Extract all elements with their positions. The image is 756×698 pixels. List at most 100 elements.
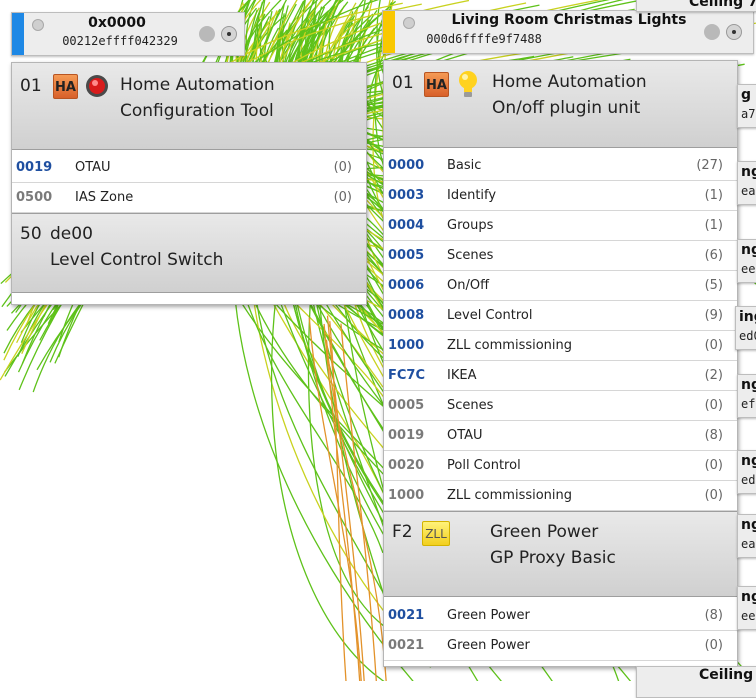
cluster-row[interactable]: 0019 OTAU (8) bbox=[384, 421, 737, 451]
cluster-name: Identify bbox=[447, 188, 497, 203]
node-status-dot-icon bbox=[403, 17, 415, 29]
edge-node[interactable]: ng ee7 bbox=[737, 586, 756, 630]
node-header-light[interactable]: Living Room Christmas Lights 000d6ffffe9… bbox=[382, 10, 754, 54]
node-expand-button[interactable] bbox=[704, 24, 720, 40]
cluster-row[interactable]: 0006 On/Off (5) bbox=[384, 271, 737, 301]
node-mac: 000d6ffffe9f7488 bbox=[426, 32, 542, 46]
node-accent-bar bbox=[383, 11, 395, 53]
cluster-name: Poll Control bbox=[447, 458, 521, 473]
node-mac: 00212effff042329 bbox=[62, 34, 178, 48]
cluster-id: 0019 bbox=[388, 428, 425, 443]
node-select-radio[interactable] bbox=[726, 24, 742, 40]
edge-node-title: ng bbox=[741, 517, 756, 533]
node-select-radio[interactable] bbox=[221, 26, 237, 42]
cluster-count: (8) bbox=[704, 608, 723, 623]
cluster-row[interactable]: 0005 Scenes (0) bbox=[384, 391, 737, 421]
endpoint-number: 01 bbox=[20, 76, 42, 96]
cluster-name: Green Power bbox=[447, 638, 530, 653]
edge-node-mac: ef0 bbox=[741, 397, 756, 411]
cluster-row[interactable]: 0004 Groups (1) bbox=[384, 211, 737, 241]
endpoint-header[interactable]: F2 ZLL Green Power GP Proxy Basic bbox=[384, 511, 737, 597]
cluster-row[interactable]: 0500 IAS Zone (0) bbox=[12, 183, 366, 213]
cluster-row[interactable]: 0000 Basic (27) bbox=[384, 151, 737, 181]
cluster-count: (1) bbox=[704, 188, 723, 203]
cluster-id: 0005 bbox=[388, 398, 425, 413]
cluster-count: (2) bbox=[704, 368, 723, 383]
zll-icon: ZLL bbox=[422, 521, 450, 546]
edge-node[interactable]: g 8 a7f bbox=[737, 84, 756, 128]
edge-node[interactable]: Ceiling bbox=[636, 666, 756, 698]
cluster-row[interactable]: 1000 ZLL commissioning (0) bbox=[384, 481, 737, 511]
cluster-name: Basic bbox=[447, 158, 482, 173]
cluster-list: 0021 Green Power (8) 0021 Green Power (0) bbox=[384, 601, 737, 661]
edge-node-mac: a7f bbox=[741, 107, 756, 121]
edge-node[interactable]: ng ea7 bbox=[737, 161, 756, 205]
cluster-row[interactable]: 0021 Green Power (8) bbox=[384, 601, 737, 631]
edge-node[interactable]: ng ea6 bbox=[737, 514, 756, 558]
node-accent-bar bbox=[12, 13, 24, 55]
endpoint-profile: de00 bbox=[50, 224, 93, 244]
cluster-id: 0003 bbox=[388, 188, 425, 203]
cluster-id: 0021 bbox=[388, 638, 425, 653]
edge-node[interactable]: ng eda bbox=[737, 450, 756, 494]
endpoint-profile: Green Power bbox=[490, 522, 599, 542]
cluster-count: (0) bbox=[704, 338, 723, 353]
cluster-count: (0) bbox=[704, 638, 723, 653]
edge-node[interactable]: Ceiling 7 bbox=[636, 0, 756, 12]
endpoint-header[interactable]: 50 de00 Level Control Switch bbox=[12, 213, 366, 293]
cluster-name: Scenes bbox=[447, 398, 494, 413]
cluster-name: OTAU bbox=[447, 428, 483, 443]
endpoint-number: F2 bbox=[392, 522, 413, 542]
cluster-id: 0020 bbox=[388, 458, 425, 473]
cluster-row[interactable]: 0003 Identify (1) bbox=[384, 181, 737, 211]
cluster-name: OTAU bbox=[75, 160, 111, 175]
edge-node[interactable]: ing ed0 bbox=[735, 306, 756, 350]
cluster-id: 0021 bbox=[388, 608, 425, 623]
cluster-count: (27) bbox=[696, 158, 723, 173]
cluster-row[interactable]: 0019 OTAU (0) bbox=[12, 153, 366, 183]
cluster-row[interactable]: 0021 Green Power (0) bbox=[384, 631, 737, 661]
cluster-name: IAS Zone bbox=[75, 190, 134, 205]
endpoint-device: Level Control Switch bbox=[50, 250, 224, 270]
cluster-count: (0) bbox=[333, 190, 352, 205]
cluster-id: 0500 bbox=[16, 190, 53, 205]
cluster-id: 1000 bbox=[388, 338, 425, 353]
node-header-coordinator[interactable]: 0x0000 00212effff042329 bbox=[11, 12, 245, 56]
cluster-row[interactable]: FC7C IKEA (2) bbox=[384, 361, 737, 391]
cluster-row[interactable]: 0020 Poll Control (0) bbox=[384, 451, 737, 481]
edge-node-mac: ee7 bbox=[741, 609, 756, 623]
red-led-icon bbox=[86, 75, 108, 97]
cluster-name: Level Control bbox=[447, 308, 533, 323]
edge-node-mac: ed0 bbox=[739, 329, 756, 343]
endpoint-header[interactable]: 01 HA Home Automation Configuration Tool bbox=[12, 63, 366, 150]
cluster-id: 0019 bbox=[16, 160, 53, 175]
cluster-count: (5) bbox=[704, 278, 723, 293]
edge-node[interactable]: ng ef0 bbox=[737, 374, 756, 418]
cluster-id: FC7C bbox=[388, 368, 426, 383]
edge-node-title: ng bbox=[741, 242, 756, 258]
cluster-row[interactable]: 0005 Scenes (6) bbox=[384, 241, 737, 271]
cluster-count: (8) bbox=[704, 428, 723, 443]
endpoint-device: GP Proxy Basic bbox=[490, 548, 616, 568]
cluster-name: Groups bbox=[447, 218, 494, 233]
node-address: 0x0000 bbox=[88, 15, 146, 31]
edge-node-title: Ceiling 7 bbox=[689, 0, 756, 10]
cluster-list: 0000 Basic (27) 0003 Identify (1) 0004 Groups (1… bbox=[384, 151, 737, 511]
node-expand-button[interactable] bbox=[199, 26, 215, 42]
edge-node-title: ng bbox=[741, 164, 756, 180]
edge-node[interactable]: ng eef bbox=[737, 239, 756, 283]
cluster-id: 0006 bbox=[388, 278, 425, 293]
light-bulb-icon bbox=[459, 71, 477, 97]
endpoint-panel-light: 01 HA Home Automation On/off plugin unit… bbox=[383, 60, 738, 667]
endpoint-device: Configuration Tool bbox=[120, 101, 274, 121]
cluster-row[interactable]: 0008 Level Control (9) bbox=[384, 301, 737, 331]
cluster-row[interactable]: 1000 ZLL commissioning (0) bbox=[384, 331, 737, 361]
cluster-name: Scenes bbox=[447, 248, 494, 263]
endpoint-header[interactable]: 01 HA Home Automation On/off plugin unit bbox=[384, 61, 737, 148]
edge-node-mac: eda bbox=[741, 473, 756, 487]
cluster-count: (9) bbox=[704, 308, 723, 323]
edge-node-title: ng bbox=[741, 453, 756, 469]
node-name: Living Room Christmas Lights bbox=[451, 12, 687, 28]
edge-node-title: ng bbox=[741, 377, 756, 393]
cluster-id: 0005 bbox=[388, 248, 425, 263]
